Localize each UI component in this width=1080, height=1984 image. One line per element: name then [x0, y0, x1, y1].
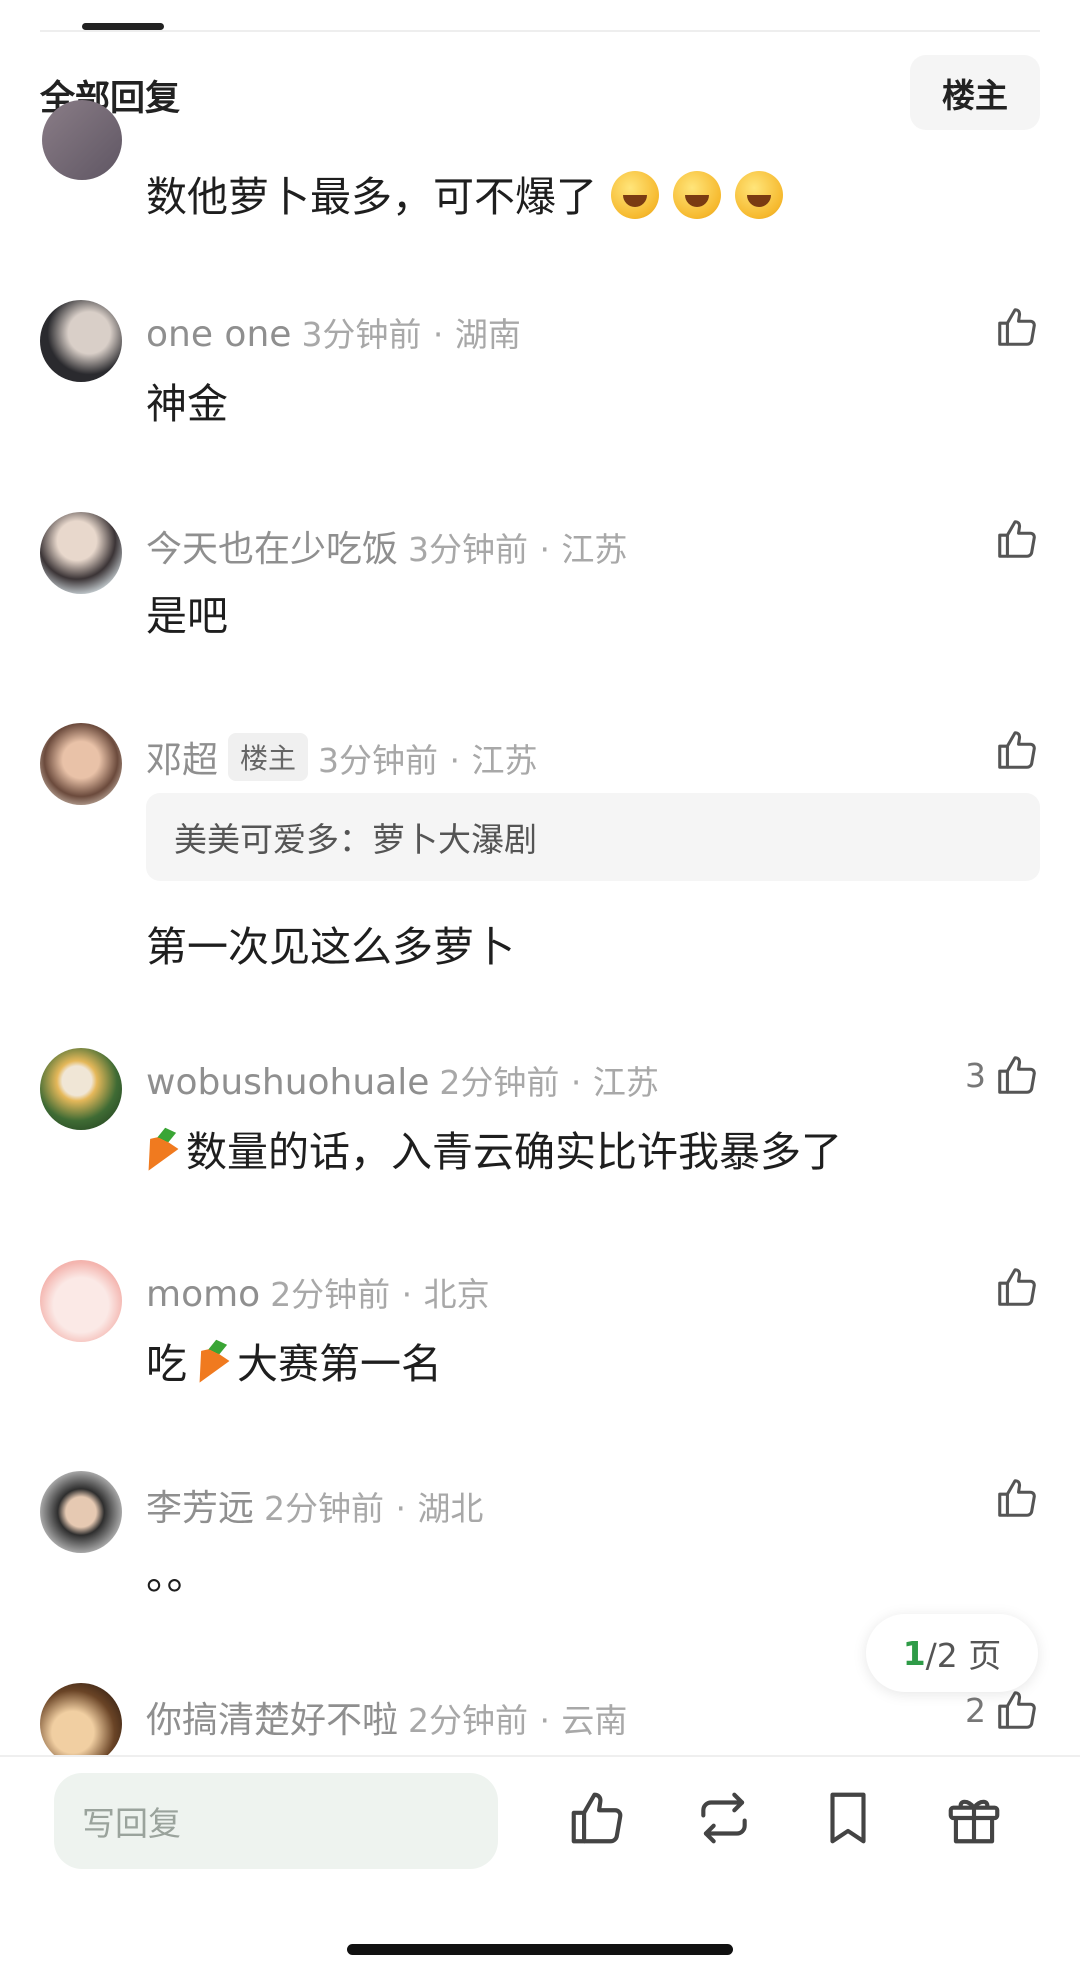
- carrot-emoji-icon: [138, 1124, 185, 1178]
- separator: ·: [539, 1701, 550, 1740]
- comment-meta: 邓超 楼主 3分钟前 · 江苏: [146, 731, 537, 783]
- timestamp: 3分钟前: [408, 530, 529, 569]
- bookmark-icon[interactable]: [817, 1787, 879, 1849]
- avatar[interactable]: [40, 1260, 122, 1342]
- like-button[interactable]: [986, 1264, 1040, 1310]
- gift-icon[interactable]: [943, 1787, 1005, 1849]
- username[interactable]: one one: [146, 314, 291, 355]
- timestamp: 2分钟前: [270, 1275, 391, 1314]
- comment-meta: wobushuohuale 2分钟前 · 江苏: [146, 1056, 659, 1104]
- thumbs-up-icon[interactable]: [566, 1787, 628, 1849]
- comment-text: 。。: [146, 1551, 208, 1599]
- rofl-emoji-icon: [673, 171, 721, 219]
- comment-text: 神金: [146, 380, 228, 428]
- thumbs-up-icon: [998, 1056, 1036, 1094]
- thumbs-up-icon: [998, 731, 1036, 769]
- like-button[interactable]: [986, 304, 1040, 350]
- location: 湖北: [417, 1489, 484, 1528]
- comment-meta: 李芳远 2分钟前 · 湖北: [146, 1479, 483, 1531]
- timestamp: 2分钟前: [264, 1489, 385, 1528]
- username[interactable]: wobushuohuale: [146, 1062, 429, 1103]
- carrot-emoji-icon: [189, 1336, 236, 1390]
- comment-meta: one one 3分钟前 · 湖南: [146, 308, 521, 356]
- tab-indicator: [82, 23, 164, 30]
- thumbs-up-icon: [998, 1268, 1036, 1306]
- comment-meta: 今天也在少吃饭 3分钟前 · 江苏: [146, 520, 627, 572]
- like-button[interactable]: 2: [965, 1687, 1040, 1733]
- location: 江苏: [592, 1063, 659, 1102]
- separator: ·: [449, 741, 460, 780]
- like-button[interactable]: [986, 727, 1040, 773]
- like-button[interactable]: [986, 1475, 1040, 1521]
- location: 云南: [561, 1701, 628, 1740]
- top-divider: [40, 30, 1040, 32]
- location: 江苏: [561, 530, 628, 569]
- separator: ·: [570, 1063, 582, 1102]
- separator: ·: [401, 1275, 413, 1314]
- avatar[interactable]: [40, 1683, 122, 1755]
- comment-text: 是吧: [146, 592, 228, 640]
- comment-text: 吃大赛第一名: [146, 1330, 442, 1390]
- timestamp: 3分钟前: [301, 315, 422, 354]
- owner-filter-button[interactable]: 楼主: [910, 55, 1040, 130]
- like-count: 3: [965, 1055, 986, 1095]
- avatar[interactable]: [40, 1048, 122, 1130]
- avatar[interactable]: [42, 100, 122, 180]
- avatar[interactable]: [40, 300, 122, 382]
- username[interactable]: 你搞清楚好不啦: [146, 1700, 398, 1741]
- home-indicator: [347, 1944, 733, 1955]
- reply-input[interactable]: 写回复: [54, 1773, 498, 1869]
- avatar[interactable]: [40, 723, 122, 805]
- page-indicator[interactable]: 1/2 页: [866, 1614, 1038, 1692]
- avatar[interactable]: [40, 1471, 122, 1553]
- rofl-emoji-icon: [735, 171, 783, 219]
- avatar[interactable]: [40, 512, 122, 594]
- thumbs-up-icon: [998, 1691, 1036, 1729]
- timestamp: 2分钟前: [408, 1701, 529, 1740]
- location: 北京: [423, 1275, 490, 1314]
- comment-meta: 你搞清楚好不啦 2分钟前 · 云南: [146, 1691, 627, 1743]
- rofl-emoji-icon: [611, 171, 659, 219]
- owner-badge: 楼主: [228, 733, 309, 781]
- separator: ·: [539, 530, 550, 569]
- like-button[interactable]: 3: [965, 1052, 1040, 1098]
- location: 江苏: [471, 741, 538, 780]
- username[interactable]: 李芳远: [146, 1488, 254, 1529]
- thumbs-up-icon: [998, 520, 1036, 558]
- current-page: 1: [902, 1633, 926, 1673]
- repost-icon[interactable]: [693, 1787, 755, 1849]
- comment-text: 第一次见这么多萝卜: [146, 923, 515, 971]
- comment-text: 数量的话，入青云确实比许我暴多了: [146, 1118, 842, 1178]
- comment-meta: momo 2分钟前 · 北京: [146, 1268, 490, 1316]
- thumbs-up-icon: [998, 308, 1036, 346]
- separator: ·: [395, 1489, 406, 1528]
- separator: ·: [432, 315, 444, 354]
- thumbs-up-icon: [998, 1479, 1036, 1517]
- comment-item: 你搞清楚好不啦 2分钟前 · 云南 2: [0, 1683, 1080, 1755]
- timestamp: 3分钟前: [318, 741, 439, 780]
- timestamp: 2分钟前: [439, 1063, 560, 1102]
- username[interactable]: 今天也在少吃饭: [146, 529, 398, 570]
- username[interactable]: momo: [146, 1274, 260, 1315]
- quoted-reply[interactable]: 美美可爱多：萝卜大瀑剧: [146, 793, 1040, 881]
- page-total: /2 页: [925, 1636, 1002, 1675]
- like-count: 2: [965, 1690, 986, 1730]
- location: 湖南: [454, 315, 521, 354]
- comment-text: 数他萝卜最多，可不爆了: [146, 163, 783, 223]
- username[interactable]: 邓超: [146, 740, 218, 781]
- like-button[interactable]: [986, 516, 1040, 562]
